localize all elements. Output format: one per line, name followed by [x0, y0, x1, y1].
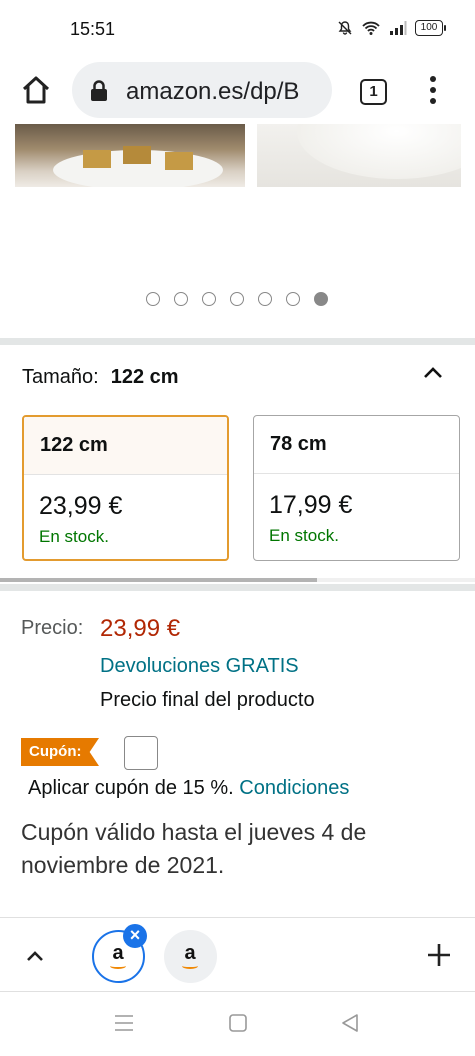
wifi-icon [362, 21, 380, 35]
add-tab-icon[interactable] [426, 942, 452, 968]
system-nav-bar [0, 993, 475, 1056]
pagination-dot[interactable] [146, 292, 160, 306]
coupon-conditions-link[interactable]: Condiciones [239, 777, 349, 799]
coupon-apply-text: Aplicar cupón de 15 %. Condiciones [28, 777, 349, 800]
lock-icon [91, 80, 107, 101]
mute-bell-icon [338, 21, 352, 35]
size-header[interactable]: Tamaño: 122 cm [22, 366, 179, 389]
product-image-tree-skirt[interactable] [15, 124, 245, 187]
horizontal-scrollbar[interactable] [0, 578, 475, 582]
pagination-dot[interactable] [174, 292, 188, 306]
coupon-validity: Cupón válido hasta el jueves 4 de noviem… [21, 819, 367, 878]
signal-icon [390, 21, 407, 35]
overflow-menu-icon[interactable] [424, 76, 442, 106]
amazon-logo-icon: a [106, 943, 130, 969]
back-triangle-icon[interactable] [340, 1013, 360, 1033]
size-option-122[interactable]: 122 cm 23,99 € En stock. [22, 415, 229, 561]
section-divider [0, 584, 475, 591]
size-option-label: 78 cm [254, 416, 459, 474]
section-divider [0, 338, 475, 345]
coupon-badge: Cupón: [21, 738, 99, 766]
size-option-stock: En stock. [39, 527, 109, 546]
home-square-icon[interactable] [228, 1013, 248, 1033]
price-value: 23,99 € [100, 615, 181, 642]
size-option-78[interactable]: 78 cm 17,99 € En stock. [253, 415, 460, 561]
free-returns-link[interactable]: Devoluciones GRATIS [100, 655, 299, 678]
chevron-up-icon[interactable] [24, 946, 46, 968]
coupon-apply-label: Aplicar cupón de 15 %. [28, 777, 234, 799]
status-bar: 15:51 100 [0, 0, 475, 58]
size-option-price: 23,99 € [39, 492, 123, 520]
product-gallery[interactable] [0, 124, 475, 336]
home-icon[interactable] [20, 74, 52, 106]
size-label: Tamaño: [22, 366, 99, 388]
coupon-checkbox[interactable] [124, 736, 158, 770]
size-option-price: 17,99 € [269, 491, 353, 519]
url-text: amazon.es/dp/B [126, 78, 300, 105]
gallery-pagination [146, 292, 328, 306]
size-selected-value: 122 cm [110, 366, 179, 388]
amazon-logo-icon: a [178, 943, 202, 969]
status-time: 15:51 [70, 19, 116, 39]
final-price-note: Precio final del producto [100, 689, 315, 711]
battery-icon: 100 [415, 20, 446, 36]
tab-amazon[interactable]: a [164, 930, 217, 983]
menu-icon[interactable] [114, 1013, 134, 1033]
address-bar[interactable]: amazon.es/dp/B [72, 62, 332, 118]
chevron-up-icon[interactable] [422, 362, 444, 384]
product-image-fur-detail[interactable] [257, 124, 461, 187]
size-option-stock: En stock. [269, 526, 339, 545]
close-icon[interactable]: × [123, 924, 147, 948]
pagination-dot[interactable] [314, 292, 328, 306]
size-option-label: 122 cm [24, 417, 227, 475]
tab-switcher-button[interactable]: 1 [360, 79, 387, 105]
pagination-dot[interactable] [258, 292, 272, 306]
pagination-dot[interactable] [202, 292, 216, 306]
browser-toolbar: amazon.es/dp/B 1 [0, 58, 475, 124]
price-label: Precio: [21, 617, 84, 639]
tab-group-strip: a × a [0, 917, 475, 992]
pagination-dot[interactable] [286, 292, 300, 306]
pagination-dot[interactable] [230, 292, 244, 306]
